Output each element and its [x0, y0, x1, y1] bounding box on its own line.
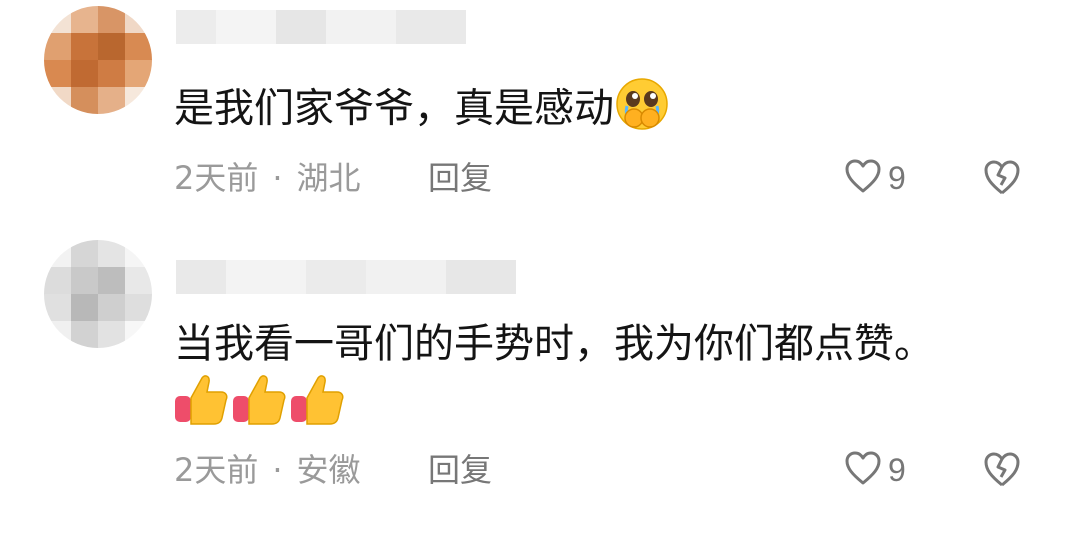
comment-meta: 2天前 · 安徽 回复	[174, 450, 492, 490]
username-blurred[interactable]	[176, 260, 516, 294]
like-button[interactable]: 9	[844, 158, 906, 198]
heart-icon	[844, 158, 882, 198]
broken-heart-icon	[982, 452, 1022, 492]
avatar[interactable]	[44, 6, 152, 114]
username-blurred[interactable]	[176, 10, 466, 44]
broken-heart-icon	[982, 160, 1022, 200]
like-count: 9	[888, 159, 906, 196]
comment-item: 当我看一哥们的手势时，我为你们都点赞。 2天前 · 安徽 回复 9	[0, 230, 1080, 539]
comment-text-content: 是我们家爷爷，真是感动	[174, 85, 614, 132]
heart-icon	[844, 450, 882, 490]
like-button[interactable]: 9	[844, 450, 906, 490]
comment-location: 安徽	[296, 451, 361, 489]
comment-time: 2天前	[174, 159, 259, 197]
comment-text: 是我们家爷爷，真是感动	[174, 76, 670, 145]
thumbs-up-icon	[288, 372, 346, 432]
reply-button[interactable]: 回复	[428, 450, 492, 490]
meta-separator: ·	[272, 451, 283, 489]
reply-button[interactable]: 回复	[428, 158, 492, 198]
pleading-face-emoji-icon	[614, 76, 670, 145]
comment-location: 湖北	[296, 159, 361, 197]
dislike-button[interactable]	[982, 158, 1022, 198]
dislike-button[interactable]	[982, 450, 1022, 490]
thumbs-up-icon	[230, 372, 288, 432]
meta-separator: ·	[272, 159, 283, 197]
thumbs-up-emoji-group	[172, 372, 346, 432]
comment-item: 是我们家爷爷，真是感动 2天前 · 湖北 回复 9	[0, 0, 1080, 230]
comment-meta: 2天前 · 湖北 回复	[174, 158, 492, 198]
like-count: 9	[888, 451, 906, 488]
comment-text: 当我看一哥们的手势时，我为你们都点赞。	[174, 318, 934, 370]
comment-text-content: 当我看一哥们的手势时，我为你们都点赞。	[174, 321, 934, 367]
comment-time: 2天前	[174, 451, 259, 489]
avatar[interactable]	[44, 240, 152, 348]
thumbs-up-icon	[172, 372, 230, 432]
